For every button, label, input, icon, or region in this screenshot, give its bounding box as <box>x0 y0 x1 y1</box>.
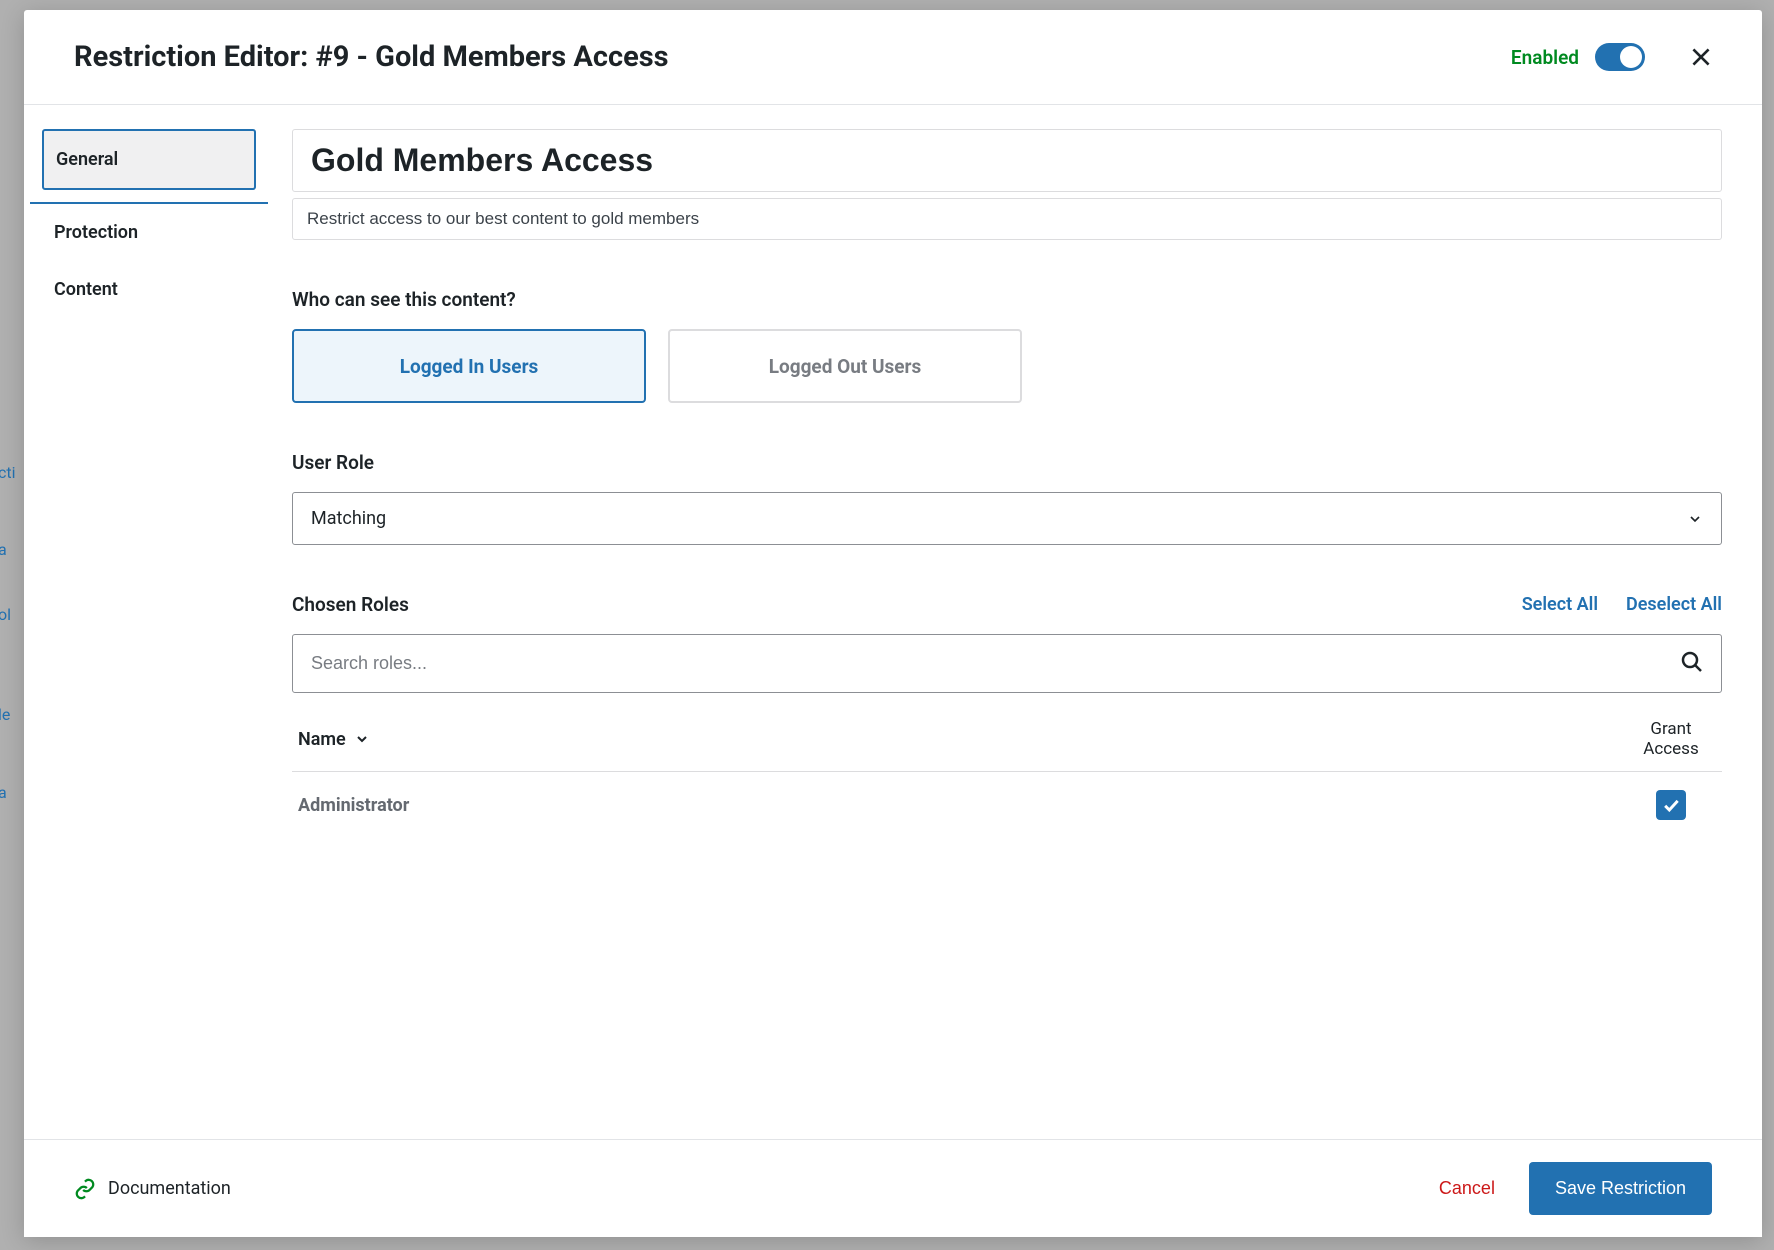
option-label: Logged Out Users <box>769 355 922 378</box>
documentation-link[interactable]: Documentation <box>74 1178 231 1200</box>
enabled-label: Enabled <box>1511 46 1579 69</box>
check-icon <box>1661 795 1681 815</box>
save-restriction-button[interactable]: Save Restriction <box>1529 1162 1712 1215</box>
modal-header: Restriction Editor: #9 - Gold Members Ac… <box>24 10 1762 105</box>
grant-access-checkbox[interactable] <box>1656 790 1686 820</box>
search-roles-input[interactable] <box>292 634 1722 693</box>
option-label: Logged In Users <box>400 355 539 378</box>
modal-footer: Documentation Cancel Save Restriction <box>24 1139 1762 1237</box>
tab-label: General <box>56 149 118 170</box>
roles-table-header: Name Grant Access <box>292 707 1722 772</box>
user-role-select[interactable]: Matching <box>292 492 1722 545</box>
column-header-name: Name <box>298 729 346 750</box>
column-header-grant-access: Grant Access <box>1626 719 1716 759</box>
modal-title: Restriction Editor: #9 - Gold Members Ac… <box>74 40 1511 74</box>
close-icon <box>1688 44 1714 70</box>
chevron-down-icon <box>1687 511 1703 527</box>
tab-content[interactable]: Content <box>42 261 256 318</box>
table-row: Administrator <box>292 772 1722 838</box>
toggle-knob <box>1620 46 1642 68</box>
enabled-toggle-group: Enabled <box>1511 43 1645 71</box>
select-all-link[interactable]: Select All <box>1522 594 1598 615</box>
footer-actions: Cancel Save Restriction <box>1439 1162 1712 1215</box>
close-button[interactable] <box>1685 41 1717 73</box>
visibility-logged-in[interactable]: Logged In Users <box>292 329 646 403</box>
role-name: Administrator <box>298 795 409 816</box>
chevron-down-icon <box>354 731 370 747</box>
documentation-label: Documentation <box>108 1178 231 1199</box>
tab-label: Content <box>54 279 118 300</box>
sort-by-name[interactable]: Name <box>298 729 370 750</box>
user-role-label: User Role <box>292 451 1722 474</box>
search-icon <box>1680 650 1704 678</box>
general-panel: Who can see this content? Logged In User… <box>274 105 1762 1139</box>
tab-general[interactable]: General <box>42 129 256 190</box>
visibility-label: Who can see this content? <box>292 288 1722 311</box>
modal-body: General Protection Content Who can see t… <box>24 105 1762 1139</box>
restriction-title-input[interactable] <box>292 129 1722 192</box>
cancel-button[interactable]: Cancel <box>1439 1178 1495 1199</box>
restriction-description-input[interactable] <box>292 198 1722 240</box>
chosen-roles-header: Chosen Roles Select All Deselect All <box>292 593 1722 616</box>
restriction-editor-modal: Restriction Editor: #9 - Gold Members Ac… <box>24 10 1762 1237</box>
visibility-logged-out[interactable]: Logged Out Users <box>668 329 1022 403</box>
deselect-all-link[interactable]: Deselect All <box>1626 594 1722 615</box>
link-icon <box>74 1178 96 1200</box>
enabled-toggle[interactable] <box>1595 43 1645 71</box>
chosen-roles-label: Chosen Roles <box>292 593 409 616</box>
visibility-options: Logged In Users Logged Out Users <box>292 329 1722 403</box>
select-value: Matching <box>311 508 386 529</box>
tab-protection[interactable]: Protection <box>42 204 256 261</box>
tabs-sidebar: General Protection Content <box>24 105 274 1139</box>
tab-label: Protection <box>54 222 138 243</box>
